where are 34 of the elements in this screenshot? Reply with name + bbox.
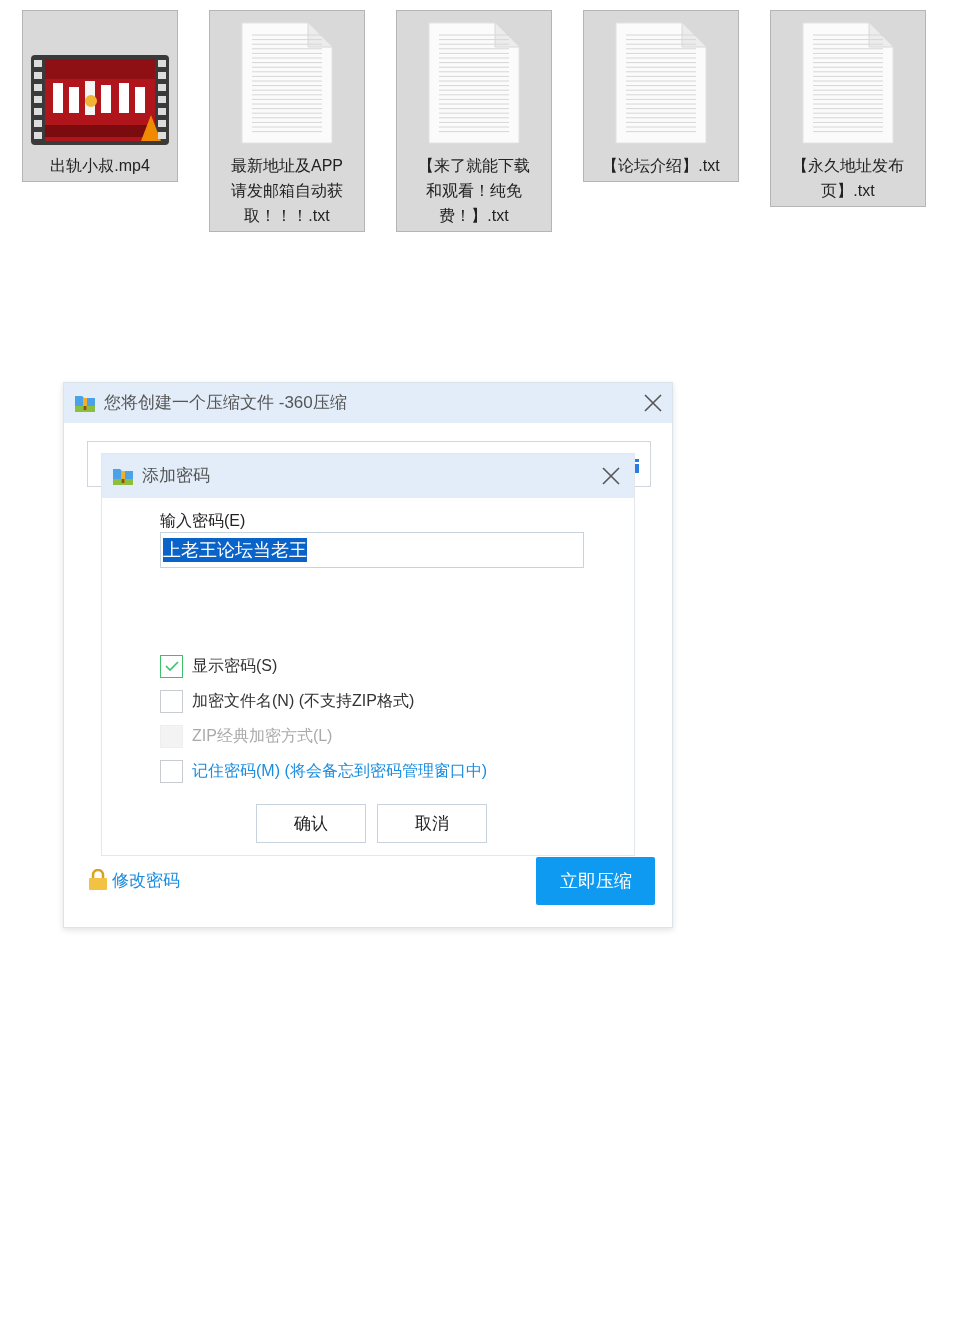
document-icon bbox=[614, 21, 708, 145]
dialog-button[interactable]: 确认 bbox=[256, 804, 366, 843]
password-text: 上老王论坛当老王 bbox=[163, 538, 307, 562]
file-name: 【来了就能下载和观看！纯免费！】.txt bbox=[417, 156, 531, 226]
file-tile[interactable]: 【论坛介绍】.txt bbox=[583, 10, 739, 182]
file-tile[interactable]: 出轨小叔.mp4 bbox=[22, 10, 178, 182]
option-label: 记住密码(M) (将会备忘到密码管理窗口中) bbox=[192, 761, 488, 781]
check-icon bbox=[164, 660, 179, 672]
file-tile[interactable]: 【永久地址发布页】.txt bbox=[770, 10, 926, 207]
field-label: 输入密码(E) bbox=[160, 511, 247, 531]
change-password-link[interactable]: 修改密码 bbox=[112, 867, 180, 893]
lock-icon bbox=[88, 869, 108, 892]
document-icon bbox=[240, 21, 334, 145]
file-tile[interactable]: 最新地址及APP请发邮箱自动获取！！！.txt bbox=[209, 10, 365, 232]
info-icon bbox=[635, 459, 639, 473]
option-label: ZIP经典加密方式(L) bbox=[192, 726, 333, 746]
file-name: 最新地址及APP请发邮箱自动获取！！！.txt bbox=[230, 156, 344, 226]
option-label: 加密文件名(N) (不支持ZIP格式) bbox=[192, 691, 415, 711]
file-name: 出轨小叔.mp4 bbox=[49, 156, 151, 176]
option-label: 显示密码(S) bbox=[192, 656, 278, 676]
close-icon[interactable] bbox=[644, 394, 662, 412]
close-icon[interactable] bbox=[602, 467, 620, 485]
document-icon bbox=[427, 21, 521, 145]
password-field[interactable]: 上老王论坛当老王 bbox=[160, 532, 584, 568]
checkbox[interactable] bbox=[160, 759, 183, 783]
file-tile[interactable]: 【来了就能下载和观看！纯免费！】.txt bbox=[396, 10, 552, 232]
dialog-title: 添加密码 bbox=[142, 465, 210, 488]
dialog-button[interactable]: 取消 bbox=[377, 804, 487, 843]
document-icon bbox=[801, 21, 895, 145]
file-name: 【论坛介绍】.txt bbox=[601, 156, 721, 176]
window-title: 您将创建一个压缩文件 -360压缩 bbox=[104, 392, 347, 415]
checkbox[interactable] bbox=[160, 654, 183, 678]
checkbox[interactable] bbox=[160, 689, 183, 713]
file-name: 【永久地址发布页】.txt bbox=[791, 156, 905, 201]
